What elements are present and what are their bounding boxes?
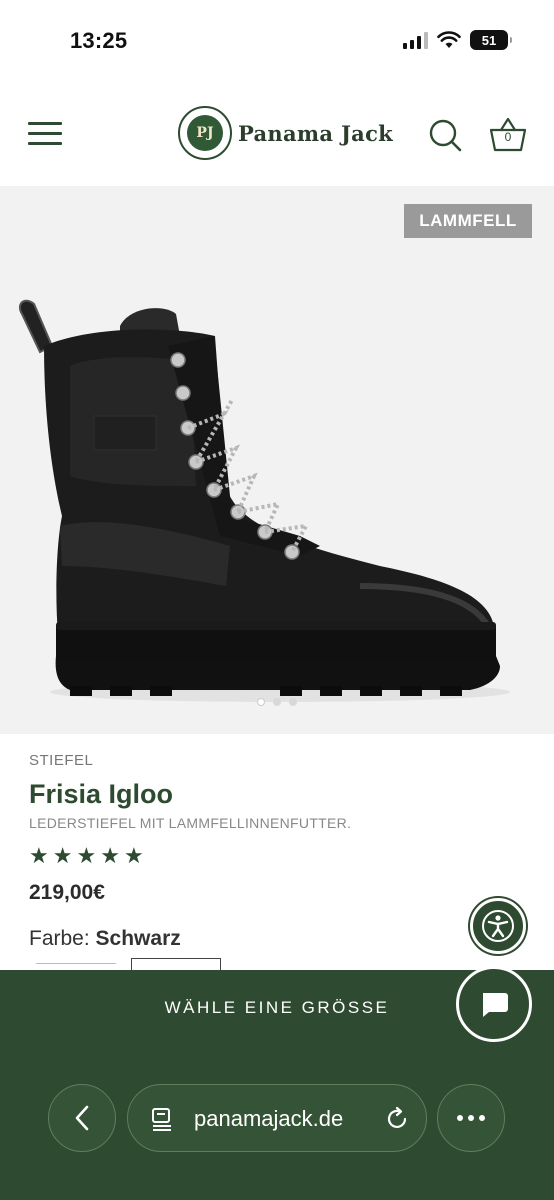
basket-icon[interactable]: 0 [488,114,528,154]
hamburger-menu-icon[interactable] [28,120,62,148]
logo-initial: PJ [187,115,223,151]
browser-back-button[interactable] [48,1084,116,1152]
color-label: Farbe: [29,927,90,950]
star-icon: ★ [52,843,73,868]
product-category[interactable]: STIEFEL [29,752,529,769]
search-icon[interactable] [428,118,462,152]
more-icon[interactable] [437,1084,505,1152]
gallery-dot[interactable] [273,698,281,706]
product-price: 219,00€ [29,881,105,904]
accessibility-icon[interactable] [470,898,526,954]
rating-stars[interactable]: ★ ★ ★ ★ ★ [29,845,529,867]
star-icon: ★ [76,843,97,868]
product-feature-badge: LAMMFELL [404,204,532,238]
gallery-dot[interactable] [289,698,297,706]
status-time: 13:25 [70,28,128,53]
back-arrow-icon [75,1105,89,1131]
color-value: Schwarz [95,927,181,950]
logo-badge-icon: PJ [178,106,232,160]
wifi-icon [437,31,461,48]
star-icon: ★ [29,843,49,868]
product-subtitle: LEDERSTIEFEL MIT LAMMFELLINNENFUTTER. [29,815,352,831]
product-boot-image [18,299,510,702]
gallery-dot[interactable] [257,698,265,706]
cellular-signal-icon [403,31,428,49]
star-icon: ★ [123,843,144,868]
brand-logo[interactable]: PJ Panama Jack [178,106,393,160]
site-header: PJ Panama Jack 0 [0,84,554,186]
gallery-pagination-dots[interactable] [0,698,554,706]
chat-icon[interactable] [456,966,532,1042]
status-indicators: 51 [403,30,512,50]
browser-address-bar[interactable]: panamajack.de [127,1084,427,1152]
status-bar: 13:25 51 [0,0,554,84]
reload-icon[interactable] [384,1106,410,1132]
product-image-gallery[interactable]: LAMMFELL [0,186,554,734]
browser-url: panamajack.de [194,1106,344,1131]
page-icon [152,1108,171,1131]
color-selection: Farbe: Schwarz [29,927,529,951]
battery-icon: 51 [470,30,512,50]
star-icon: ★ [100,843,120,868]
product-title: Frisia Igloo [29,779,174,809]
brand-name: Panama Jack [238,120,394,146]
battery-level: 51 [481,32,497,48]
cart-count: 0 [504,130,512,144]
product-info: STIEFEL Frisia Igloo LEDERSTIEFEL MIT LA… [29,752,529,951]
